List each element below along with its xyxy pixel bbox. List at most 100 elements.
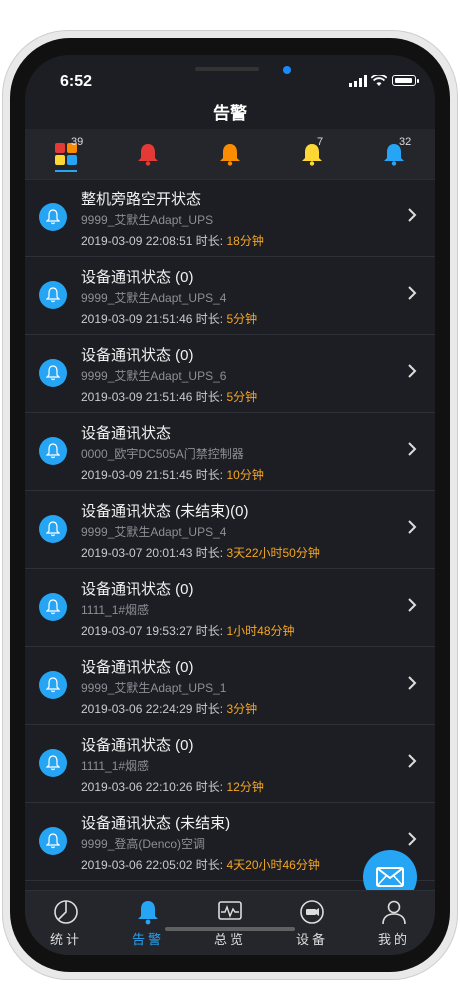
alarm-title: 设备通讯状态 bbox=[81, 425, 172, 442]
alarm-row[interactable]: 设备通讯状态 0000_欧宇DC505A门禁控制器 2019-03-09 21:… bbox=[25, 413, 435, 491]
alarm-device: 9999_艾默生Adapt_UPS bbox=[81, 213, 214, 227]
duration-label: 时长: bbox=[195, 546, 224, 560]
tab-label: 统计 bbox=[49, 932, 82, 947]
alarm-duration: 5分钟 bbox=[226, 312, 258, 326]
alarm-title: 设备通讯状态 (0) bbox=[81, 659, 194, 676]
alarm-title: 整机旁路空开状态 bbox=[81, 191, 202, 208]
alarm-meta: 2019-03-09 22:08:51 时长: 18分钟 bbox=[81, 232, 264, 249]
chevron-right-icon bbox=[408, 832, 417, 846]
alarm-title: 设备通讯状态 (未结束)(0) bbox=[81, 503, 249, 520]
tab-label: 我的 bbox=[377, 932, 410, 947]
alarm-title: 设备通讯状态 (0) bbox=[81, 347, 194, 364]
alarm-bell-icon bbox=[39, 671, 67, 699]
alarm-row[interactable]: 设备通讯状态 (未结束)(0) 9999_艾默生Adapt_UPS_4 2019… bbox=[25, 491, 435, 569]
tab-profile[interactable]: 我的 bbox=[353, 891, 435, 955]
alarm-row[interactable]: 整机旁路空开状态 9999_艾默生Adapt_UPS 2019-03-09 22… bbox=[25, 179, 435, 257]
duration-label: 时长: bbox=[195, 858, 224, 872]
home-indicator bbox=[165, 927, 295, 931]
tab-label: 告警 bbox=[131, 932, 164, 947]
alarm-duration: 12分钟 bbox=[226, 780, 264, 794]
tab-devices[interactable]: 设备 bbox=[271, 891, 353, 955]
alarm-device: 9999_艾默生Adapt_UPS_6 bbox=[81, 369, 227, 383]
alarm-duration: 4天20小时46分钟 bbox=[226, 858, 320, 872]
bell-icon bbox=[138, 901, 158, 925]
chevron-right-icon bbox=[408, 676, 417, 690]
alarm-duration: 3天22小时50分钟 bbox=[226, 546, 320, 560]
alarm-row[interactable]: 设备通讯状态 (0) 1111_1#烟感 2019-03-06 22:10:26… bbox=[25, 725, 435, 803]
alarm-device: 9999_登高(Denco)空调 bbox=[81, 837, 206, 851]
alarm-bell-icon bbox=[39, 281, 67, 309]
alarm-time: 2019-03-09 21:51:45 bbox=[81, 468, 193, 482]
alarm-time: 2019-03-07 20:01:43 bbox=[81, 546, 193, 560]
tab-alarm[interactable]: 告警 bbox=[107, 891, 189, 955]
bell-orange-icon bbox=[220, 144, 240, 166]
chevron-right-icon bbox=[408, 364, 417, 378]
alarm-title: 设备通讯状态 (0) bbox=[81, 269, 194, 286]
duration-label: 时长: bbox=[195, 624, 224, 638]
alarm-duration: 18分钟 bbox=[226, 234, 264, 248]
speaker-notch bbox=[195, 67, 259, 71]
tab-statistics[interactable]: 统计 bbox=[25, 891, 107, 955]
battery-icon bbox=[392, 75, 419, 86]
filter-count: 32 bbox=[399, 136, 412, 148]
tab-overview[interactable]: 总览 bbox=[189, 891, 271, 955]
duration-label: 时长: bbox=[195, 468, 224, 482]
alarm-bell-icon bbox=[39, 515, 67, 543]
status-bar: 6:52 bbox=[25, 55, 435, 99]
alarm-level-filter: 39 7 32 bbox=[25, 129, 435, 180]
filter-info[interactable]: 32 bbox=[369, 134, 419, 174]
alarm-title: 设备通讯状态 (未结束) bbox=[81, 815, 231, 832]
alarm-title: 设备通讯状态 (0) bbox=[81, 737, 194, 754]
alarm-bell-icon bbox=[39, 749, 67, 777]
duration-label: 时长: bbox=[195, 702, 224, 716]
alarm-device: 9999_艾默生Adapt_UPS_4 bbox=[81, 291, 227, 305]
duration-label: 时长: bbox=[195, 390, 224, 404]
duration-label: 时长: bbox=[195, 780, 224, 794]
alarm-meta: 2019-03-06 22:10:26 时长: 12分钟 bbox=[81, 778, 264, 795]
alarm-title: 设备通讯状态 (0) bbox=[81, 581, 194, 598]
monitor-icon bbox=[218, 901, 242, 920]
status-time: 6:52 bbox=[60, 73, 93, 90]
duration-label: 时长: bbox=[195, 234, 224, 248]
alarm-duration: 3分钟 bbox=[226, 702, 258, 716]
alarm-bell-icon bbox=[39, 437, 67, 465]
page-title: 告警 bbox=[213, 104, 247, 123]
alarm-bell-icon bbox=[39, 593, 67, 621]
alarm-meta: 2019-03-09 21:51:46 时长: 5分钟 bbox=[81, 388, 257, 405]
filter-all[interactable]: 39 bbox=[41, 134, 91, 174]
app-screen: 6:52 告警 39 7 32 整机旁路空开状态 9999_艾默生Adapt_U… bbox=[25, 55, 435, 955]
alarm-bell-icon bbox=[39, 827, 67, 855]
alarm-time: 2019-03-09 21:51:46 bbox=[81, 390, 193, 404]
filter-critical[interactable] bbox=[123, 134, 173, 174]
alarm-time: 2019-03-09 21:51:46 bbox=[81, 312, 193, 326]
alarm-row[interactable]: 设备通讯状态 (0) 1111_1#烟感 2019-03-07 19:53:27… bbox=[25, 569, 435, 647]
chevron-right-icon bbox=[408, 754, 417, 768]
alarm-list[interactable]: 整机旁路空开状态 9999_艾默生Adapt_UPS 2019-03-09 22… bbox=[25, 179, 435, 891]
alarm-time: 2019-03-06 22:10:26 bbox=[81, 780, 193, 794]
alarm-device: 9999_艾默生Adapt_UPS_4 bbox=[81, 525, 227, 539]
alarm-device: 0000_欧宇DC505A门禁控制器 bbox=[81, 447, 244, 461]
alarm-row[interactable]: 设备通讯状态 (0) 9999_艾默生Adapt_UPS_6 2019-03-0… bbox=[25, 335, 435, 413]
bell-red-icon bbox=[138, 144, 158, 166]
filter-minor[interactable]: 7 bbox=[287, 134, 337, 174]
envelope-icon bbox=[376, 867, 404, 887]
alarm-device: 1111_1#烟感 bbox=[81, 759, 150, 773]
alarm-time: 2019-03-06 22:05:02 bbox=[81, 858, 193, 872]
alarm-time: 2019-03-09 22:08:51 bbox=[81, 234, 193, 248]
alarm-row[interactable]: 设备通讯状态 (0) 9999_艾默生Adapt_UPS_4 2019-03-0… bbox=[25, 257, 435, 335]
filter-count: 7 bbox=[317, 136, 324, 148]
bottom-tab-bar: 统计 告警 总览 设备 我的 bbox=[25, 890, 435, 955]
wifi-icon bbox=[371, 75, 387, 86]
alarm-duration: 5分钟 bbox=[226, 390, 258, 404]
alarm-meta: 2019-03-06 22:24:29 时长: 3分钟 bbox=[81, 700, 257, 717]
alarm-row[interactable]: 设备通讯状态 (0) 9999_艾默生Adapt_UPS_1 2019-03-0… bbox=[25, 647, 435, 725]
alarm-meta: 2019-03-07 20:01:43 时长: 3天22小时50分钟 bbox=[81, 544, 320, 561]
alarm-device: 1111_1#烟感 bbox=[81, 603, 150, 617]
duration-label: 时长: bbox=[195, 312, 224, 326]
front-camera bbox=[283, 66, 291, 74]
alarm-time: 2019-03-06 22:24:29 bbox=[81, 702, 193, 716]
filter-major[interactable] bbox=[205, 134, 255, 174]
chevron-right-icon bbox=[408, 598, 417, 612]
signal-icon bbox=[349, 75, 367, 87]
alarm-meta: 2019-03-09 21:51:45 时长: 10分钟 bbox=[81, 466, 264, 483]
